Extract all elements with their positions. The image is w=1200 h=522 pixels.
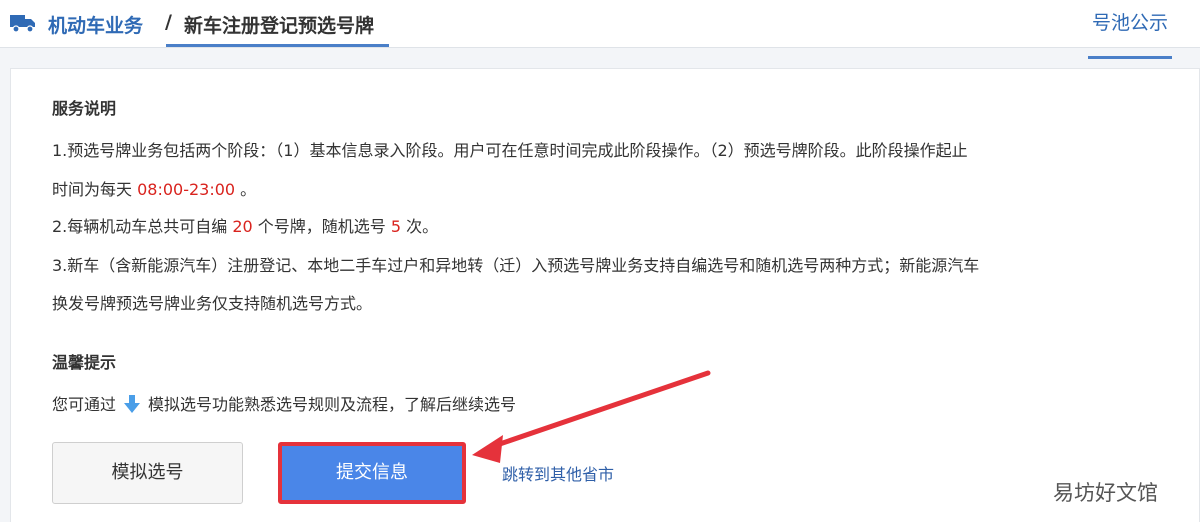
service-line-3-b: 个号牌，随机选号	[252, 217, 391, 236]
service-line-3-c: 次。	[401, 217, 439, 236]
tips-text-after: 模拟选号功能熟悉选号规则及流程，了解后继续选号	[148, 395, 517, 414]
plate-count: 20	[232, 217, 253, 236]
submit-button[interactable]: 提交信息	[278, 442, 466, 504]
watermark-text: 易坊好文馆	[1053, 481, 1158, 505]
top-header: 机动车业务 / 新车注册登记预选号牌	[0, 0, 1200, 48]
simulate-button[interactable]: 模拟选号	[52, 442, 243, 504]
tab-number-pool[interactable]: 号池公示	[1088, 8, 1172, 60]
service-line-2-prefix: 时间为每天	[52, 180, 138, 199]
random-count: 5	[390, 217, 402, 236]
service-line-3-a: 2.每辆机动车总共可自编	[52, 217, 233, 236]
service-title: 服务说明	[52, 99, 117, 118]
breadcrumb-module[interactable]: 机动车业务	[48, 11, 143, 38]
truck-icon	[10, 15, 35, 33]
service-line-2: 时间为每天 08:00-23:00 。	[52, 176, 256, 200]
page-title: 新车注册登记预选号牌	[184, 15, 375, 37]
arrow-down-icon	[124, 395, 141, 413]
tips-title: 温馨提示	[52, 353, 117, 372]
tips-text: 您可通过 模拟选号功能熟悉选号规则及流程，了解后继续选号	[52, 391, 516, 415]
service-line-5: 换发号牌预选号牌业务仅支持随机选号方式。	[52, 294, 373, 313]
tab-active-indicator	[1088, 56, 1172, 59]
service-line-3: 2.每辆机动车总共可自编 20 个号牌，随机选号 5 次。	[52, 213, 438, 237]
service-time: 08:00-23:00	[137, 180, 236, 199]
service-line-2-suffix: 。	[235, 180, 257, 199]
breadcrumb-underline	[166, 44, 389, 47]
breadcrumb-separator: /	[165, 11, 172, 33]
other-province-link[interactable]: 跳转到其他省市	[502, 461, 614, 485]
service-line-1: 1.预选号牌业务包括两个阶段：（1）基本信息录入阶段。用户可在任意时间完成此阶段…	[52, 141, 968, 160]
service-line-4: 3.新车（含新能源汽车）注册登记、本地二手车过户和异地转（迁）入预选号牌业务支持…	[52, 256, 980, 275]
tips-text-before: 您可通过	[52, 395, 117, 414]
